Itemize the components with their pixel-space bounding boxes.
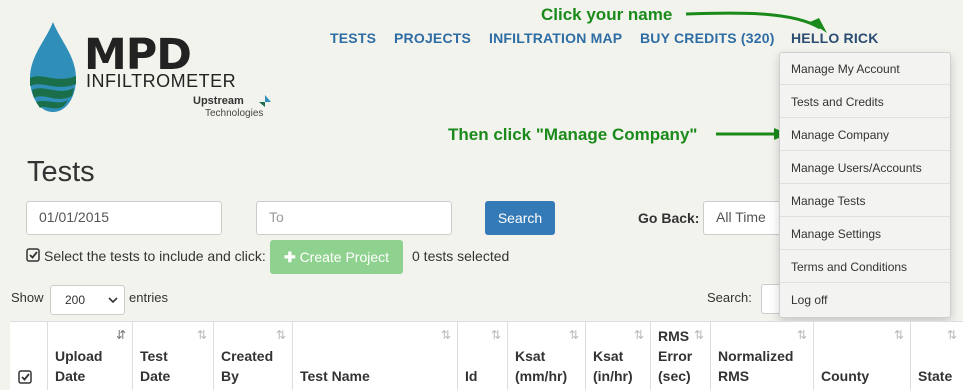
sort-icon: ⇅ [440, 328, 451, 342]
upstream-logo-icon [259, 95, 271, 107]
sort-icon: ⇅ [633, 328, 644, 342]
menu-terms-and-conditions[interactable]: Terms and Conditions [780, 251, 950, 283]
chevron-down-icon [108, 297, 118, 304]
sort-icon: ⇅ [946, 328, 957, 342]
menu-manage-my-account[interactable]: Manage My Account [780, 53, 950, 85]
technologies-logo-text: Technologies [205, 108, 264, 119]
sort-icon: ⇅ [568, 328, 579, 342]
sort-icon: ⇅ [693, 328, 704, 342]
column-label: Ksat (mm/hr) [515, 348, 568, 384]
column-label: Created By [221, 348, 274, 384]
go-back-label: Go Back: [638, 210, 700, 226]
annotation-arrow-icon [685, 11, 827, 33]
column-header-ksat-mm[interactable]: Ksat (mm/hr) ⇅ [508, 322, 586, 390]
column-header-normalized-rms[interactable]: Normalized RMS ⇅ [711, 322, 814, 390]
menu-log-off[interactable]: Log off [780, 284, 950, 316]
column-label: Ksat (in/hr) [593, 348, 633, 384]
annotation-click-name: Click your name [541, 5, 673, 24]
date-from-input[interactable]: 01/01/2015 [26, 201, 222, 235]
annotation-then-click: Then click "Manage Company" [448, 125, 698, 144]
user-dropdown-menu: Manage My Account Tests and Credits Mana… [779, 52, 951, 318]
column-header-id[interactable]: Id ⇅ [458, 322, 508, 390]
column-label: Normalized RMS [718, 348, 794, 384]
menu-manage-tests[interactable]: Manage Tests [780, 185, 950, 217]
select-all-header[interactable] [10, 322, 48, 390]
search-label: Search: [707, 290, 752, 305]
menu-tests-and-credits[interactable]: Tests and Credits [780, 86, 950, 118]
select-tests-text: Select the tests to include and click: [44, 248, 266, 264]
column-label: Test Date [140, 348, 171, 384]
column-label: Test Name [300, 368, 370, 384]
entries-select[interactable]: 200 [50, 285, 125, 315]
menu-manage-settings[interactable]: Manage Settings [780, 218, 950, 250]
entries-select-value: 200 [65, 293, 86, 307]
upstream-logo-text: Upstream [193, 95, 244, 107]
column-header-state[interactable]: State ⇅ [911, 322, 963, 390]
column-header-test-name[interactable]: Test Name ⇅ [293, 322, 458, 390]
tests-table-header: Upload Date ⇵ Test Date ⇅ Created By ⇅ Test… [10, 321, 963, 390]
nav-projects[interactable]: PROJECTS [394, 30, 471, 46]
column-header-rms-error[interactable]: RMS Error (sec) ⇅ [651, 322, 711, 390]
checkbox-checked-icon [26, 248, 40, 262]
create-project-label: Create Project [299, 249, 390, 265]
column-header-county[interactable]: County ⇅ [814, 322, 911, 390]
column-label: State [918, 368, 953, 384]
mpd-logo-drop-icon [30, 22, 76, 112]
search-button[interactable]: Search [485, 201, 555, 235]
column-label: RMS Error (sec) [658, 328, 693, 384]
sort-desc-icon: ⇵ [115, 328, 126, 342]
sort-icon: ⇅ [796, 328, 807, 342]
tests-selected-count: 0 tests selected [412, 248, 510, 264]
sort-icon: ⇅ [196, 328, 207, 342]
logo-infiltrometer-text: INFILTROMETER [86, 71, 237, 91]
nav-tests[interactable]: TESTS [330, 30, 376, 46]
column-label: Id [465, 368, 478, 384]
column-header-upload-date[interactable]: Upload Date ⇵ [48, 322, 133, 390]
column-label: County [821, 368, 870, 384]
plus-icon: ✚ [283, 249, 296, 265]
column-header-created-by[interactable]: Created By ⇅ [214, 322, 293, 390]
menu-manage-company[interactable]: Manage Company [780, 119, 950, 151]
create-project-button[interactable]: ✚ Create Project [270, 240, 403, 274]
column-header-test-date[interactable]: Test Date ⇅ [133, 322, 214, 390]
column-label: Upload Date [55, 348, 103, 384]
checkbox-checked-icon [18, 370, 32, 384]
sort-icon: ⇅ [275, 328, 286, 342]
page-title: Tests [27, 156, 95, 188]
nav-infiltration-map[interactable]: INFILTRATION MAP [489, 30, 622, 46]
date-to-input[interactable]: To [256, 201, 452, 235]
menu-manage-users-accounts[interactable]: Manage Users/Accounts [780, 152, 950, 184]
sort-icon: ⇅ [893, 328, 904, 342]
show-label: Show [11, 290, 44, 305]
entries-label: entries [129, 290, 169, 305]
column-header-ksat-in[interactable]: Ksat (in/hr) ⇅ [586, 322, 651, 390]
sort-icon: ⇅ [490, 328, 501, 342]
